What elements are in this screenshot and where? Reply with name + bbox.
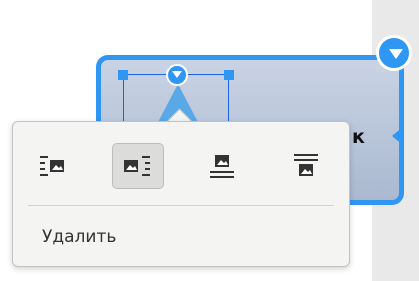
wrap-top-bottom-icon [210, 155, 234, 178]
text-box-content: к [352, 126, 365, 148]
wrap-left-icon [40, 156, 64, 176]
wrap-right-button[interactable] [112, 143, 164, 189]
text-box-options-handle[interactable] [376, 35, 412, 71]
wrap-right-icon [124, 156, 150, 176]
wrap-top-bottom-button[interactable] [196, 143, 248, 189]
resize-handle-top-right[interactable] [224, 70, 234, 80]
delete-menu-item[interactable]: Удалить [36, 222, 326, 252]
text-box-side-marker [392, 126, 404, 146]
menu-divider [28, 205, 334, 206]
wrap-behind-text-button[interactable] [280, 143, 332, 189]
wrap-left-button[interactable] [26, 143, 78, 189]
wrap-behind-text-icon [294, 154, 318, 176]
resize-handle-top-left[interactable] [118, 70, 128, 80]
shape-options-handle[interactable] [166, 64, 188, 86]
